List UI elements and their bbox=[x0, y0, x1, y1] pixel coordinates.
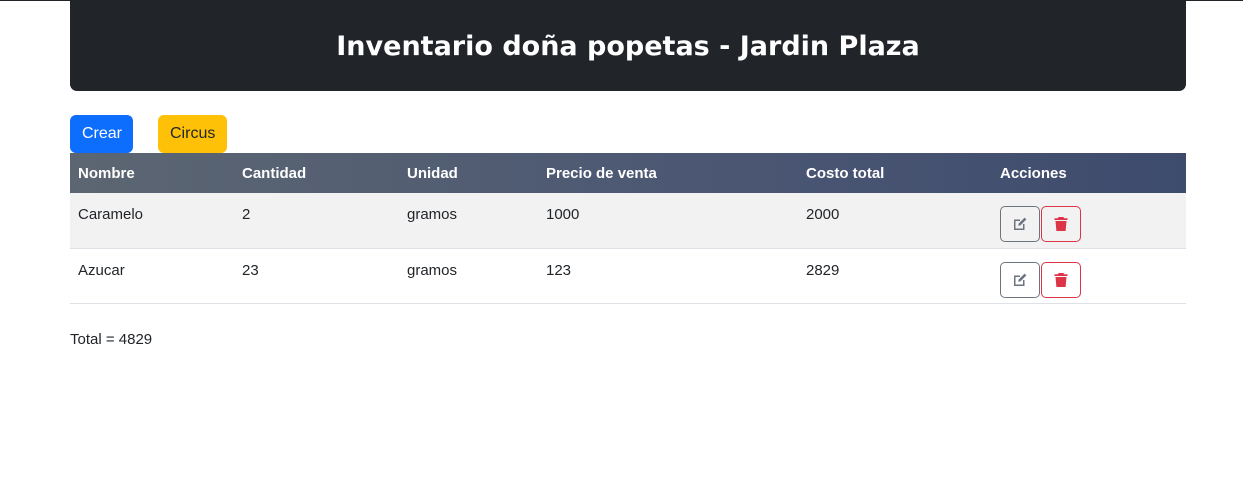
total-summary: Total = 4829 bbox=[70, 331, 153, 348]
cell-costo: 2829 bbox=[798, 248, 992, 304]
cell-nombre: Azucar bbox=[70, 248, 234, 304]
cell-precio: 1000 bbox=[538, 193, 798, 249]
edit-icon bbox=[1014, 273, 1027, 286]
delete-button[interactable] bbox=[1041, 206, 1082, 242]
cell-costo: 2000 bbox=[798, 193, 992, 249]
edit-button[interactable] bbox=[1000, 261, 1040, 298]
column-header-costo: Costo total bbox=[806, 164, 885, 182]
table-row: Azucar 23 gramos 123 2829 bbox=[70, 248, 1186, 304]
column-header-nombre: Nombre bbox=[78, 164, 135, 182]
edit-button[interactable] bbox=[1000, 206, 1040, 242]
cell-cantidad: 23 bbox=[234, 248, 399, 304]
column-header-precio: Precio de venta bbox=[546, 164, 657, 182]
delete-button[interactable] bbox=[1041, 261, 1082, 298]
table-row: Caramelo 2 gramos 1000 2000 bbox=[70, 193, 1186, 249]
column-header-cantidad: Cantidad bbox=[242, 164, 307, 182]
table-header-row: Nombre Cantidad Unidad Precio de venta C… bbox=[70, 153, 1186, 193]
edit-icon bbox=[1014, 217, 1027, 230]
column-header-unidad: Unidad bbox=[407, 164, 458, 182]
page-title: Inventario doña popetas - Jardin Plaza bbox=[336, 30, 920, 62]
cell-acciones bbox=[992, 193, 1186, 249]
create-button[interactable]: Crear bbox=[70, 115, 133, 153]
inventory-table: Nombre Cantidad Unidad Precio de venta C… bbox=[70, 153, 1186, 304]
trash-icon bbox=[1054, 217, 1068, 231]
cell-precio: 123 bbox=[538, 248, 798, 304]
cell-unidad: gramos bbox=[399, 248, 538, 304]
cell-cantidad: 2 bbox=[234, 193, 399, 249]
cell-nombre: Caramelo bbox=[70, 193, 234, 249]
circus-button[interactable]: Circus bbox=[158, 115, 227, 153]
cell-acciones bbox=[992, 248, 1186, 304]
page-header: Inventario doña popetas - Jardin Plaza bbox=[70, 1, 1186, 91]
column-header-acciones: Acciones bbox=[1000, 164, 1067, 182]
cell-unidad: gramos bbox=[399, 193, 538, 249]
trash-icon bbox=[1054, 272, 1068, 287]
